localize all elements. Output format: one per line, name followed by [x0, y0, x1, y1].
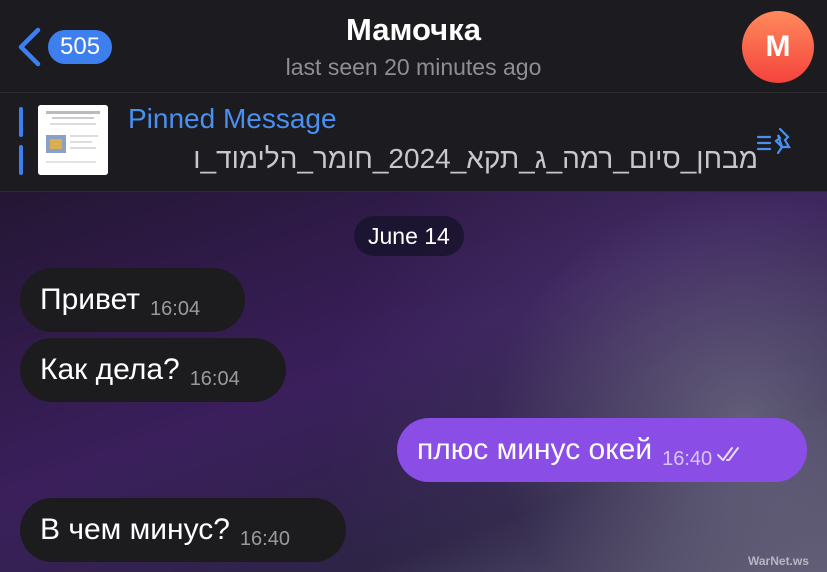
pinned-indicator-bar — [19, 107, 23, 137]
chat-header: 505 Мамочка last seen 20 minutes ago M — [0, 0, 827, 93]
pinned-message-bar[interactable]: Pinned Message מבחן_סיום_רמה_ג_תקא_2024_… — [0, 93, 827, 192]
message-text: Привет — [40, 283, 141, 316]
watermark: WarNet.ws — [748, 554, 809, 568]
date-separator: June 14 — [354, 216, 464, 256]
message-bubble-incoming[interactable]: В чем минус? 16:40 — [20, 498, 346, 562]
message-bubble-incoming[interactable]: Как дела? 16:04 — [20, 338, 286, 402]
message-text: Как дела? — [40, 353, 180, 386]
message-time: 16:04 — [189, 368, 240, 390]
double-check-icon — [717, 447, 740, 462]
pinned-message-text: מבחן_סיום_רמה_ג_תקא_2024_חומר_הלימוד_ו — [193, 143, 758, 174]
message-time: 16:40 — [662, 448, 713, 470]
pinned-document-thumbnail — [38, 105, 108, 175]
avatar[interactable]: M — [742, 11, 814, 83]
message-bubble-outgoing[interactable]: плюс минус окей 16:40 — [397, 418, 807, 482]
message-time: 16:40 — [239, 528, 290, 550]
chat-area[interactable]: June 14 Привет 16:04 Как дела? 16:04 плюс … — [0, 192, 827, 572]
pin-list-icon[interactable] — [756, 125, 800, 159]
pinned-label: Pinned Message — [128, 103, 337, 134]
message-bubble-incoming[interactable]: Привет 16:04 — [20, 268, 245, 332]
pinned-indicator-bar — [19, 145, 23, 175]
message-text: В чем минус? — [40, 513, 230, 546]
message-text: плюс минус окей — [417, 433, 653, 466]
message-time: 16:04 — [150, 298, 201, 320]
contact-name: Мамочка — [346, 12, 481, 47]
last-seen-status: last seen 20 minutes ago — [285, 54, 542, 80]
